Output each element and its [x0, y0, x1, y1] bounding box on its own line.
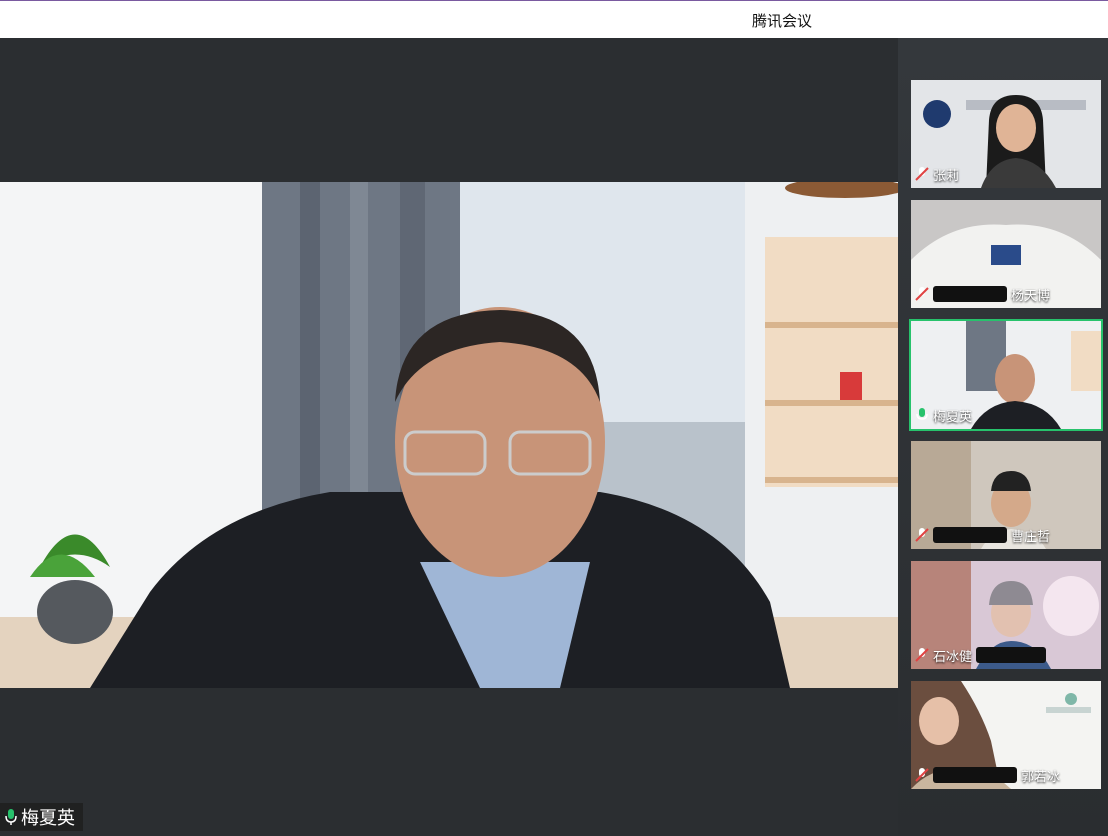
participant-name: 石冰健	[933, 649, 973, 665]
video-scene	[0, 182, 898, 688]
participant-label: 郭若冰	[915, 765, 1060, 785]
participant-tile[interactable]: 曹庄哲	[911, 441, 1101, 549]
title-bar: 腾讯会议	[0, 0, 1108, 38]
mic-muted-icon	[915, 528, 929, 542]
speaker-name: 梅夏英	[21, 808, 75, 829]
speaker-name-tag: 梅夏英	[0, 803, 83, 831]
redacted-name-part	[976, 647, 1047, 663]
main-speaker-video	[0, 182, 898, 688]
redacted-name-part	[933, 286, 1007, 302]
participant-label: 梅夏英	[915, 405, 972, 425]
participant-label: 杨天博	[915, 284, 1050, 304]
participant-name: 张莉	[933, 168, 960, 184]
participant-sidebar[interactable]: 张莉 杨天博 梅夏英 曹庄哲 石冰健 郭若冰	[898, 38, 1108, 836]
redacted-name-part	[933, 767, 1017, 783]
participant-label: 石冰健	[915, 645, 1047, 665]
participant-tile[interactable]: 张莉	[911, 80, 1101, 188]
participant-tile-active[interactable]: 梅夏英	[909, 319, 1103, 431]
participant-tile[interactable]: 郭若冰	[911, 681, 1101, 789]
participant-label: 张莉	[915, 164, 959, 184]
main-video-area[interactable]: 梅夏英	[0, 38, 898, 836]
participant-label: 曹庄哲	[915, 525, 1050, 545]
participant-tile[interactable]: 杨天博	[911, 200, 1101, 308]
participant-tile[interactable]: 石冰健	[911, 561, 1101, 669]
mic-on-icon	[5, 809, 17, 825]
participant-name: 郭若冰	[1021, 769, 1061, 785]
mic-muted-icon	[915, 167, 929, 181]
redacted-name-part	[933, 527, 1007, 543]
participant-name: 曹庄哲	[1011, 529, 1051, 545]
mic-muted-icon	[915, 648, 929, 662]
participant-name: 杨天博	[1011, 288, 1051, 304]
mic-muted-icon	[915, 768, 929, 782]
participant-name: 梅夏英	[933, 409, 973, 425]
window-title: 腾讯会议	[752, 12, 813, 30]
mic-muted-icon	[915, 287, 929, 301]
mic-on-icon	[916, 408, 928, 420]
